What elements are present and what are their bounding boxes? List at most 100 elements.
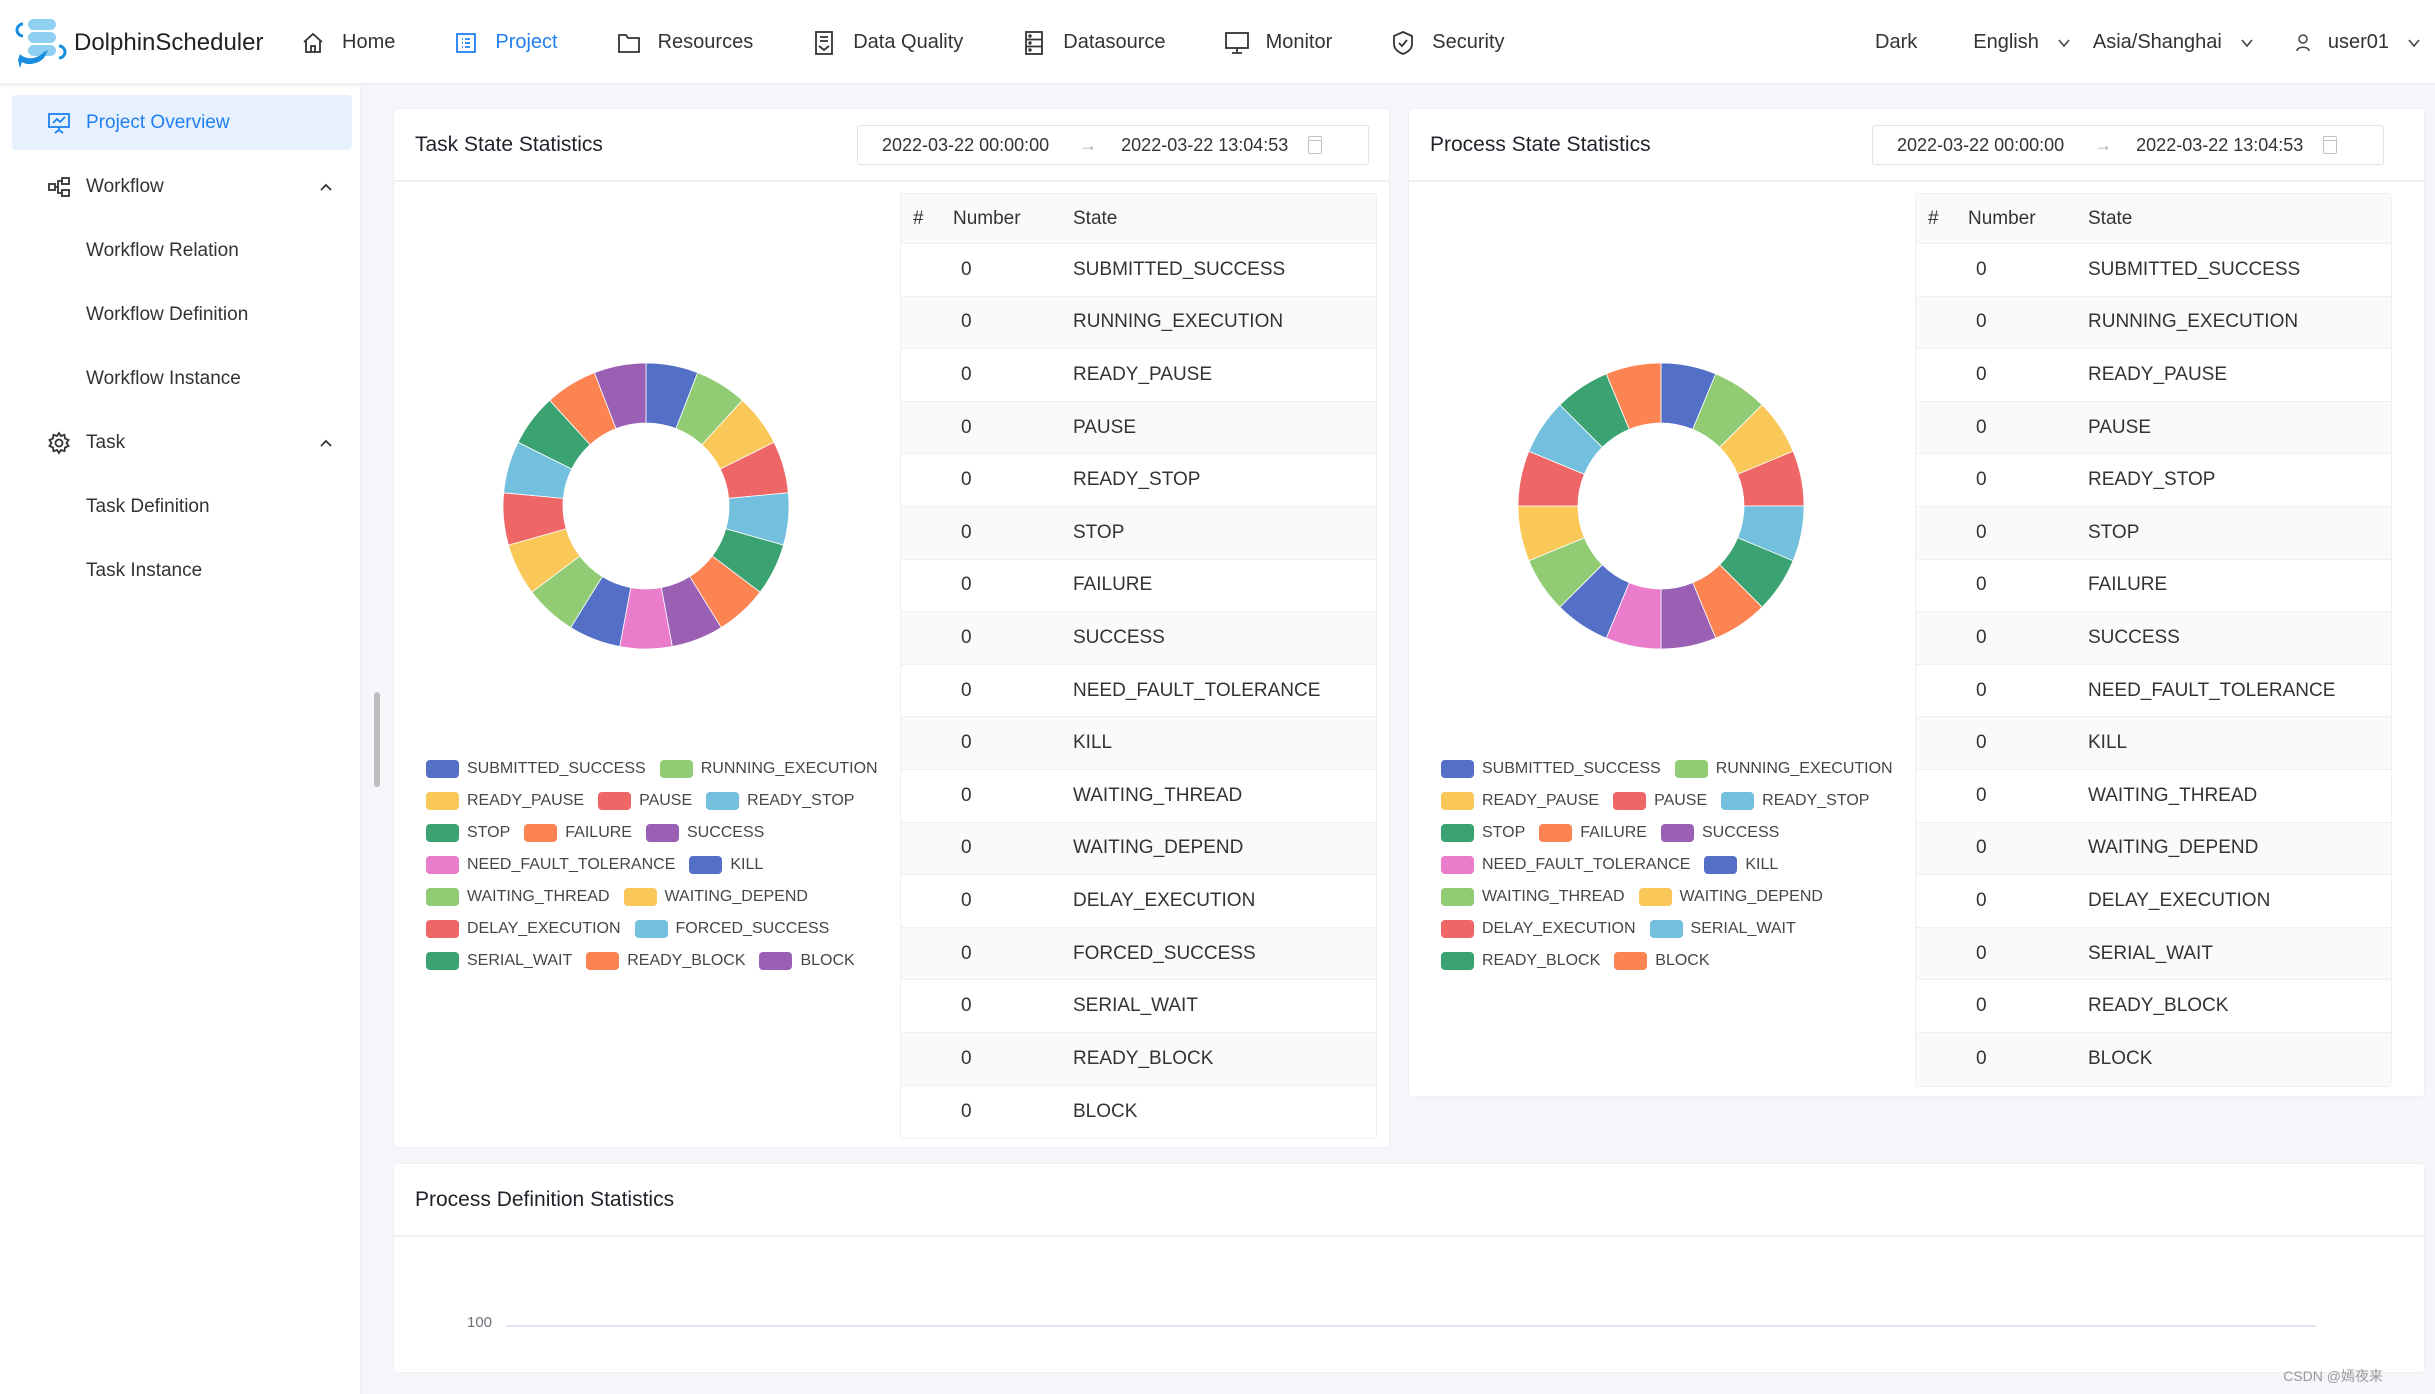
legend-swatch: [524, 824, 558, 842]
date-range-picker[interactable]: 2022-03-22 00:00:00 → 2022-03-22 13:04:5…: [1872, 125, 2384, 165]
logo[interactable]: DolphinScheduler: [14, 16, 263, 70]
legend-item-stop[interactable]: STOP: [426, 824, 510, 842]
table-row: 0 SERIAL_WAIT: [1916, 927, 2391, 981]
legend-item-failure[interactable]: FAILURE: [1539, 824, 1647, 842]
user-menu[interactable]: user01: [2296, 31, 2421, 54]
theme-toggle[interactable]: Dark: [1875, 31, 1917, 54]
legend-row: DELAY_EXECUTION SERIAL_WAIT: [1441, 913, 1901, 945]
legend-label: SUCCESS: [686, 824, 765, 841]
legend-item-need-fault-tolerance[interactable]: NEED_FAULT_TOLERANCE: [1441, 856, 1690, 874]
card-title: Process Definition Statistics: [415, 1188, 675, 1211]
row-state: RUNNING_EXECUTION: [2088, 311, 2299, 333]
legend-item-stop[interactable]: STOP: [1441, 824, 1525, 842]
legend-item-delay-execution[interactable]: DELAY_EXECUTION: [426, 920, 621, 938]
legend-item-block[interactable]: BLOCK: [759, 952, 855, 970]
sidebar-item-task-definition[interactable]: Task Definition: [12, 479, 352, 534]
nav-home-label: Home: [342, 31, 396, 53]
legend-item-need-fault-tolerance[interactable]: NEED_FAULT_TOLERANCE: [426, 856, 675, 874]
legend-item-pause[interactable]: PAUSE: [1613, 792, 1707, 810]
legend-item-forced-success[interactable]: FORCED_SUCCESS: [634, 920, 829, 938]
timezone-select[interactable]: Asia/Shanghai: [2093, 31, 2254, 54]
table-row: 0 READY_BLOCK: [901, 1032, 1376, 1086]
legend-label: READY_BLOCK: [1482, 952, 1601, 969]
sidebar-collapse-handle[interactable]: [374, 692, 380, 787]
date-end: 2022-03-22 13:04:53: [1121, 134, 1289, 155]
nav-home[interactable]: Home: [300, 30, 395, 56]
table-row: 0 SUBMITTED_SUCCESS: [1916, 244, 2391, 297]
legend-item-ready-pause[interactable]: READY_PAUSE: [1441, 792, 1599, 810]
legend-item-kill[interactable]: KILL: [1704, 856, 1778, 874]
legend-label: SUBMITTED_SUCCESS: [1482, 760, 1661, 777]
sidebar-item-project-overview[interactable]: Project Overview: [12, 95, 352, 150]
legend-item-delay-execution[interactable]: DELAY_EXECUTION: [1441, 920, 1636, 938]
legend-swatch: [1660, 824, 1694, 842]
row-state: DELAY_EXECUTION: [2088, 889, 2271, 911]
sidebar-item-task[interactable]: Task: [12, 415, 352, 470]
language-select[interactable]: English: [1973, 31, 2071, 54]
legend-item-running-execution[interactable]: RUNNING_EXECUTION: [659, 760, 878, 778]
nav-data-quality[interactable]: Data Quality: [811, 30, 963, 56]
sidebar-item-label: Workflow Definition: [86, 303, 249, 325]
row-state: READY_BLOCK: [1073, 1047, 1214, 1069]
gear-icon: [46, 430, 72, 456]
legend-swatch: [645, 824, 679, 842]
table-row: 0 RUNNING_EXECUTION: [1916, 296, 2391, 350]
row-state: PAUSE: [2088, 416, 2152, 438]
row-state: RUNNING_EXECUTION: [1073, 311, 1284, 333]
table-row: 0 READY_PAUSE: [1916, 349, 2391, 402]
sidebar-item-label: Workflow Instance: [86, 367, 241, 389]
sidebar-item-workflow-definition[interactable]: Workflow Definition: [12, 287, 352, 342]
legend-item-submitted-success[interactable]: SUBMITTED_SUCCESS: [1441, 760, 1661, 778]
sidebar-item-task-instance[interactable]: Task Instance: [12, 543, 352, 598]
legend-item-submitted-success[interactable]: SUBMITTED_SUCCESS: [426, 760, 646, 778]
nav-resources[interactable]: Resources: [616, 30, 753, 56]
legend-item-running-execution[interactable]: RUNNING_EXECUTION: [1674, 760, 1893, 778]
row-number: 0: [1976, 311, 1987, 333]
legend-item-pause[interactable]: PAUSE: [598, 792, 692, 810]
legend-item-ready-stop[interactable]: READY_STOP: [1721, 792, 1869, 810]
nav-monitor[interactable]: Monitor: [1224, 30, 1332, 56]
nav-security[interactable]: Security: [1390, 30, 1505, 56]
sidebar-item-workflow[interactable]: Workflow: [12, 159, 352, 214]
date-range-picker[interactable]: 2022-03-22 00:00:00 → 2022-03-22 13:04:5…: [857, 125, 1369, 165]
legend-item-block[interactable]: BLOCK: [1614, 952, 1710, 970]
table-row: 0 KILL: [1916, 717, 2391, 770]
legend-label: READY_BLOCK: [627, 952, 746, 969]
sidebar-item-label: Task Definition: [86, 495, 210, 517]
legend-item-ready-pause[interactable]: READY_PAUSE: [426, 792, 584, 810]
legend-item-waiting-thread[interactable]: WAITING_THREAD: [426, 888, 610, 906]
legend-item-failure[interactable]: FAILURE: [524, 824, 632, 842]
row-state: WAITING_DEPEND: [2088, 837, 2259, 859]
legend-item-success[interactable]: SUCCESS: [1660, 824, 1779, 842]
row-number: 0: [961, 732, 972, 754]
row-state: READY_BLOCK: [2088, 995, 2229, 1017]
legend-item-ready-block[interactable]: READY_BLOCK: [586, 952, 745, 970]
legend-item-serial-wait[interactable]: SERIAL_WAIT: [426, 952, 572, 970]
sidebar-item-workflow-instance[interactable]: Workflow Instance: [12, 351, 352, 406]
sidebar-item-workflow-relation[interactable]: Workflow Relation: [12, 223, 352, 278]
shield-icon: [1390, 30, 1416, 56]
legend-label: DELAY_EXECUTION: [1482, 920, 1636, 937]
legend-item-ready-block[interactable]: READY_BLOCK: [1441, 952, 1600, 970]
legend-item-serial-wait[interactable]: SERIAL_WAIT: [1649, 920, 1796, 938]
row-number: 0: [1976, 679, 1987, 701]
nav-datasource[interactable]: Datasource: [1021, 30, 1166, 56]
row-state: WAITING_DEPEND: [1073, 837, 1244, 859]
row-state: BLOCK: [2088, 1048, 2153, 1070]
row-state: READY_PAUSE: [1073, 363, 1213, 385]
legend-item-kill[interactable]: KILL: [689, 856, 763, 874]
monitor-icon: [1224, 30, 1250, 56]
legend-item-ready-stop[interactable]: READY_STOP: [706, 792, 854, 810]
legend-label: NEED_FAULT_TOLERANCE: [1482, 856, 1691, 873]
legend-item-waiting-depend[interactable]: WAITING_DEPEND: [623, 888, 808, 906]
nav-project[interactable]: Project: [453, 30, 558, 56]
legend-label: KILL: [730, 856, 764, 873]
row-number: 0: [961, 837, 972, 859]
row-state: FAILURE: [2088, 574, 2168, 596]
legend-item-success[interactable]: SUCCESS: [645, 824, 765, 842]
legend-item-waiting-depend[interactable]: WAITING_DEPEND: [1638, 888, 1823, 906]
table-row: 0 SUCCESS: [901, 612, 1376, 665]
legend-item-waiting-thread[interactable]: WAITING_THREAD: [1441, 888, 1625, 906]
date-end: 2022-03-22 13:04:53: [2136, 134, 2304, 155]
process-definition-card: Process Definition Statistics 100: [393, 1163, 2425, 1373]
